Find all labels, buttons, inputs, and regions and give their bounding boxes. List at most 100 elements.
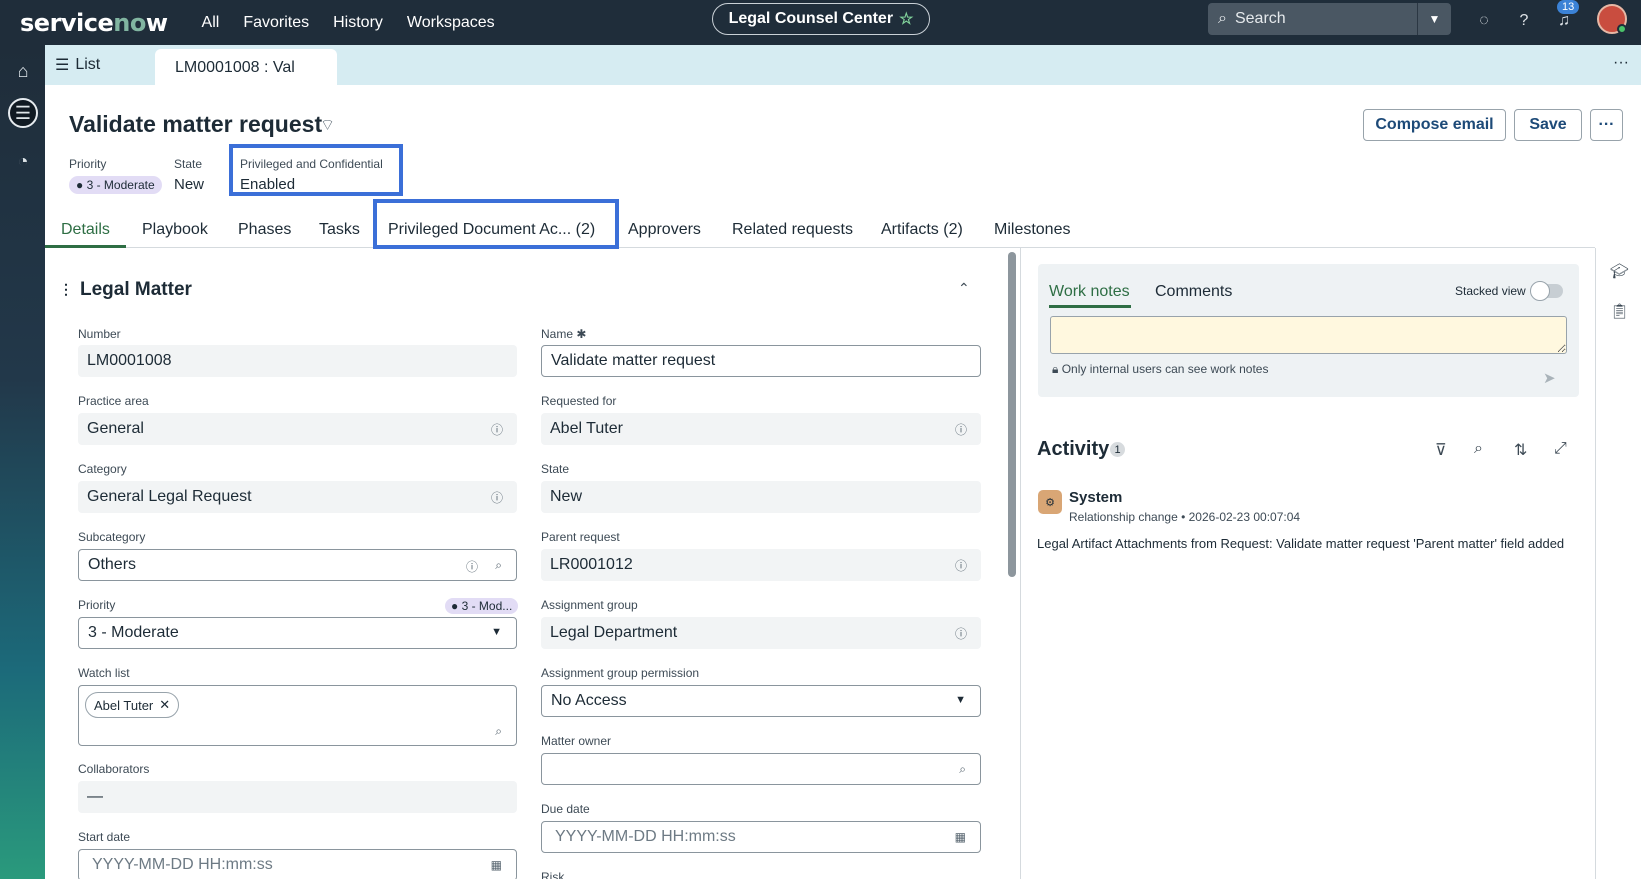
risk-label: Risk [541,870,565,879]
record-tab[interactable]: LM0001008 : Val [155,49,337,85]
form-scrollbar[interactable] [1008,252,1016,577]
tab-work-notes[interactable]: Work notes [1049,283,1130,301]
tab-comments[interactable]: Comments [1155,283,1232,301]
list-icon[interactable]: ☰ [8,98,38,128]
tag-icon[interactable]: ⌔ [320,115,335,135]
nav-favorites[interactable]: Favorites [243,14,309,32]
section-menu-icon[interactable]: ⋮ [59,281,73,298]
hamburger-icon: ☰ [55,57,70,74]
start-date-field[interactable]: YYYY-MM-DD HH:mm:ss ▦ [78,849,517,879]
servicenow-logo[interactable]: servicenow [20,9,168,37]
workspace-title-pill[interactable]: Legal Counsel Center ☆ [712,3,930,35]
tab-phases[interactable]: Phases [238,221,291,239]
info-icon[interactable]: ⓘ [491,421,503,438]
activity-count: 1 [1110,442,1125,457]
expand-icon[interactable]: ⤢ [1554,440,1567,458]
assignment-group-value: Legal Department [550,624,678,641]
collaborators-value: — [87,788,103,805]
right-contextual-rail: 🎓︎ 📋︎ [1595,248,1641,879]
subcategory-label: Subcategory [78,530,146,544]
number-value: LM0001008 [87,352,172,369]
requested-for-label: Requested for [541,394,617,408]
work-notes-input[interactable] [1050,316,1567,354]
collaborators-field: — [78,781,517,813]
tab-playbook[interactable]: Playbook [142,221,208,239]
info-icon[interactable]: ⓘ [955,421,967,438]
chevron-up-icon[interactable]: ⌃ [958,280,970,297]
assignment-group-permission-select[interactable]: No Access ▼ [541,685,981,717]
info-icon[interactable]: ⓘ [466,558,478,575]
search-icon[interactable]: ⌕ [495,724,502,739]
practice-area-field: General ⓘ [78,413,517,445]
state-field-value: New [550,488,583,505]
more-options-icon[interactable]: ··· [1613,54,1629,72]
tab-approvers[interactable]: Approvers [628,221,701,239]
tab-related-requests[interactable]: Related requests [732,221,853,239]
priority-select[interactable]: 3 - Moderate ▼ [78,617,517,649]
search-icon[interactable]: ⌕ [495,558,502,573]
start-date-placeholder: YYYY-MM-DD HH:mm:ss [92,856,273,873]
workspace-tab-strip: ☰ List LM0001008 : Val ··· [45,45,1641,85]
save-button[interactable]: Save [1514,109,1582,141]
system-avatar-icon: ⚙ [1038,490,1062,514]
list-tab[interactable]: ☰ List [55,55,100,75]
tab-milestones[interactable]: Milestones [994,221,1070,239]
close-icon[interactable]: ✕ [159,697,170,713]
star-icon[interactable]: ☆ [899,9,913,29]
practice-area-value: General [87,420,144,437]
compose-email-button[interactable]: Compose email [1363,109,1506,141]
calendar-icon[interactable]: ▦ [491,858,502,872]
send-icon[interactable]: ➤ [1543,369,1556,387]
tab-artifacts[interactable]: Artifacts (2) [881,221,963,239]
tab-tasks[interactable]: Tasks [319,221,360,239]
activity-title: Activity [1037,438,1110,460]
notification-badge: 13 [1557,0,1580,14]
search-icon[interactable]: ⌕ [1474,440,1483,458]
search-scope-dropdown[interactable]: ▼ [1417,3,1451,35]
number-label: Number [78,327,121,341]
nav-all[interactable]: All [202,14,220,32]
assignment-group-field: Legal Department ⓘ [541,617,981,649]
global-search[interactable]: ⌕ Search ▼ [1208,3,1451,35]
stacked-view-toggle[interactable] [1530,281,1563,301]
internal-users-note-text: Only internal users can see work notes [1061,362,1269,376]
graduation-cap-icon[interactable]: 🎓︎ [1610,262,1629,280]
highlight-box-privileged-tab [373,199,619,249]
category-field: General Legal Request ⓘ [78,481,517,513]
section-title: Legal Matter [80,279,192,300]
search-input[interactable]: Search [1235,10,1286,28]
info-icon[interactable]: ⓘ [491,489,503,506]
more-actions-button[interactable]: ··· [1590,109,1623,141]
list-tab-label: List [75,56,101,73]
clipboard-icon[interactable]: 📋︎ [1610,302,1629,320]
assignment-group-permission-label: Assignment group permission [541,666,700,680]
filter-icon[interactable]: ⊽ [1435,440,1447,460]
calendar-icon[interactable]: ▦ [955,830,966,844]
due-date-field[interactable]: YYYY-MM-DD HH:mm:ss ▦ [541,821,981,853]
nav-workspaces[interactable]: Workspaces [407,14,495,32]
tab-details[interactable]: Details [61,221,110,239]
parent-request-label: Parent request [541,530,620,544]
name-field[interactable]: Validate matter request [541,345,981,377]
search-icon[interactable]: ⌕ [959,762,966,777]
nav-history[interactable]: History [333,14,383,32]
assignment-group-label: Assignment group [541,598,638,612]
matter-owner-label: Matter owner [541,734,612,748]
priority-select-value: 3 - Moderate [88,624,179,641]
home-icon[interactable]: ⌂ [8,56,38,86]
analytics-icon[interactable]: ◔ [8,146,38,176]
workspace-title: Legal Counsel Center [728,10,894,27]
user-avatar[interactable] [1597,4,1627,34]
state-field: New [541,481,981,513]
matter-owner-field[interactable]: ⌕ [541,753,981,785]
chat-icon[interactable]: ◌ [1473,10,1495,32]
info-icon[interactable]: ⓘ [955,625,967,642]
due-date-label: Due date [541,802,590,816]
watch-list-label: Watch list [78,666,130,680]
subcategory-field[interactable]: Others ⓘ ⌕ [78,549,517,581]
activity-timestamp: 2026-02-23 00:07:04 [1188,510,1301,524]
info-icon[interactable]: ⓘ [955,557,967,574]
watch-list-field[interactable]: Abel Tuter ✕ ⌕ [78,685,517,746]
help-icon[interactable]: ? [1513,10,1535,32]
sort-icon[interactable]: ⇅ [1514,440,1527,460]
